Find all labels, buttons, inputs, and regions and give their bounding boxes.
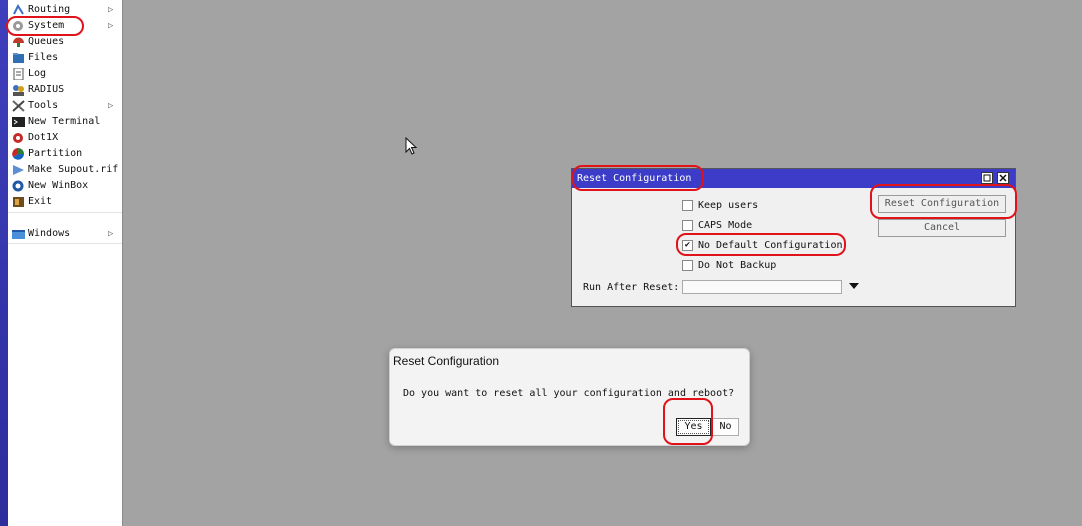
sidebar-item-label: Log [28,68,47,79]
do-not-backup-checkbox[interactable] [682,260,693,271]
mouse-cursor-icon [405,136,419,160]
tools-icon [12,100,25,112]
dot1x-icon [12,132,25,144]
submenu-arrow-icon: ▷ [108,101,114,111]
menu-divider [8,212,122,213]
menu-divider [8,243,122,244]
no-default-configuration-checkbox[interactable]: ✔ [682,240,693,251]
sidebar-item-queues[interactable]: Queues [8,34,122,50]
sidebar-item-label: Dot1X [28,132,59,143]
sidebar-item-new-terminal[interactable]: New Terminal [8,114,122,130]
sidebar-item-routing[interactable]: Routing ▷ [8,2,122,18]
sidebar-item-log[interactable]: Log [8,66,122,82]
dialog-message: Do you want to reset all your configurat… [403,388,735,399]
log-icon [12,67,25,81]
sidebar-item-new-winbox[interactable]: New WinBox [8,178,122,194]
maximize-icon[interactable] [981,172,993,184]
dialog-title: Reset Configuration [393,354,500,368]
reset-configuration-button[interactable]: Reset Configuration [878,195,1006,213]
exit-icon [12,196,25,208]
left-vertical-strip [0,0,8,526]
sidebar-item-label: Queues [28,36,65,47]
sidebar-item-exit[interactable]: Exit [8,194,122,210]
cancel-button[interactable]: Cancel [878,219,1006,237]
sidebar-item-label: Partition [28,148,83,159]
queues-icon [12,36,25,48]
confirm-reset-dialog: Reset Configuration Do you want to reset… [389,348,750,446]
dropdown-arrow-icon[interactable] [849,283,859,289]
yes-button[interactable]: Yes [676,418,711,436]
caps-mode-checkbox[interactable] [682,220,693,231]
sidebar-item-label: Files [28,52,59,63]
checkbox-label: Do Not Backup [698,260,777,271]
window-title-bar[interactable]: Reset Configuration [572,169,1015,188]
sidebar-item-label: Exit [28,196,53,207]
sidebar-item-partition[interactable]: Partition [8,146,122,162]
radius-icon [12,84,25,96]
submenu-arrow-icon: ▷ [108,21,114,31]
sidebar-item-label: Make Supout.rif [28,164,119,175]
terminal-icon [12,116,25,128]
sidebar-item-label: Routing [28,4,71,15]
sidebar-item-label: Windows [28,228,71,239]
sidebar-item-radius[interactable]: RADIUS [8,82,122,98]
sidebar-item-tools[interactable]: Tools ▷ [8,98,122,114]
checkbox-label: No Default Configuration [698,240,843,251]
checkbox-label: CAPS Mode [698,220,753,231]
sidebar-item-label: System [28,20,65,31]
sidebar-item-windows[interactable]: Windows ▷ [8,226,122,242]
sidebar-item-files[interactable]: Files [8,50,122,66]
winbox-icon [12,180,25,192]
sidebar-item-label: Tools [28,100,59,111]
routing-icon [12,3,25,16]
run-after-reset-field[interactable] [682,280,842,294]
window-title: Reset Configuration [577,173,692,184]
sidebar-item-system[interactable]: System ▷ [8,18,122,34]
keep-users-checkbox[interactable] [682,200,693,211]
sidebar-menu: Routing ▷ System ▷ Queues Files Log RADI… [8,0,123,526]
supout-icon [12,164,25,176]
partition-icon [12,148,25,160]
reset-configuration-window: Reset Configuration Keep users CAPS Mode… [571,168,1016,307]
gear-icon [12,20,25,32]
folder-icon [12,52,25,64]
no-button[interactable]: No [712,418,739,436]
close-icon[interactable] [997,172,1009,184]
sidebar-item-make-supout[interactable]: Make Supout.rif [8,162,122,178]
sidebar-item-dot1x[interactable]: Dot1X [8,130,122,146]
run-after-reset-label: Run After Reset: [583,282,680,293]
sidebar-item-label: New WinBox [28,180,89,191]
sidebar-item-label: New Terminal [28,116,101,127]
submenu-arrow-icon: ▷ [108,5,114,15]
windows-icon [12,228,25,240]
submenu-arrow-icon: ▷ [108,229,114,239]
checkbox-label: Keep users [698,200,759,211]
sidebar-item-label: RADIUS [28,84,65,95]
